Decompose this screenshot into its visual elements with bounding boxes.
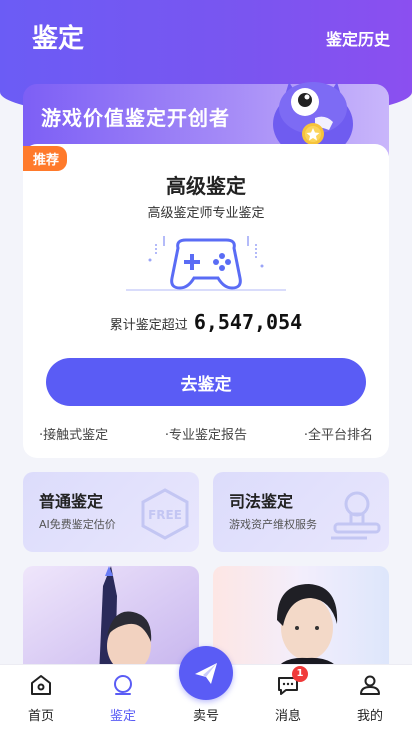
profile-icon [360, 675, 380, 695]
appraisal-count: 累计鉴定超过 6,547,054 [23, 310, 389, 334]
home-icon [31, 675, 51, 695]
paper-plane-icon [195, 663, 217, 684]
card-title: 高级鉴定 [166, 174, 246, 198]
go-appraise-button[interactable]: 去鉴定 [46, 358, 366, 406]
svg-text:FREE: FREE [148, 508, 182, 522]
page-title: 鉴定 [32, 24, 85, 54]
history-link[interactable]: 鉴定历史 [326, 26, 390, 50]
appraise-icon [114, 675, 132, 695]
tab-label: 我的 [356, 709, 383, 724]
normal-appraisal-card[interactable]: 普通鉴定 AI免费鉴定估价 FREE [23, 472, 199, 552]
feature-item: ·全平台排名 [303, 428, 373, 443]
card-subtitle: 高级鉴定师专业鉴定 [147, 206, 265, 221]
recommend-tag: 推荐 [23, 146, 68, 171]
message-badge: 1 [292, 666, 308, 682]
card-subtitle: AI免费鉴定估价 [39, 518, 116, 531]
count-label: 累计鉴定超过 [109, 318, 188, 333]
tab-label: 鉴定 [109, 709, 136, 724]
tab-label: 消息 [274, 709, 301, 724]
promo-image-right[interactable] [213, 566, 389, 676]
tab-label: 首页 [27, 709, 54, 724]
free-badge-icon: FREE [141, 488, 189, 540]
card-subtitle: 游戏资产维权服务 [229, 518, 317, 531]
feature-list: ·接触式鉴定 ·专业鉴定报告 ·全平台排名 [39, 424, 373, 443]
feature-item: ·接触式鉴定 [39, 428, 109, 443]
gamepad-icon [126, 236, 286, 291]
tab-home[interactable]: 首页 [6, 665, 76, 732]
tab-appraise[interactable]: 鉴定 [88, 665, 158, 732]
seal-stamp-icon [331, 491, 381, 540]
judicial-appraisal-card[interactable]: 司法鉴定 游戏资产维权服务 [213, 472, 389, 552]
feature-item: ·专业鉴定报告 [164, 428, 248, 443]
card-title: 普通鉴定 [39, 492, 104, 511]
person-photo [23, 566, 199, 676]
tab-label: 卖号 [192, 709, 219, 724]
tab-profile[interactable]: 我的 [335, 665, 405, 732]
card-title: 司法鉴定 [229, 492, 294, 511]
sell-button[interactable] [179, 646, 233, 700]
banner-text: 游戏价值鉴定开创者 [41, 106, 230, 130]
count-value: 6,547,054 [193, 310, 303, 334]
promo-image-left[interactable] [23, 566, 199, 676]
person-photo [213, 566, 389, 676]
tab-messages[interactable]: 消息 [253, 665, 323, 732]
premium-appraisal-card: 推荐 高级鉴定 高级鉴定师专业鉴定 累计鉴定超过 6,547,054 去鉴定 ·接… [23, 144, 389, 458]
